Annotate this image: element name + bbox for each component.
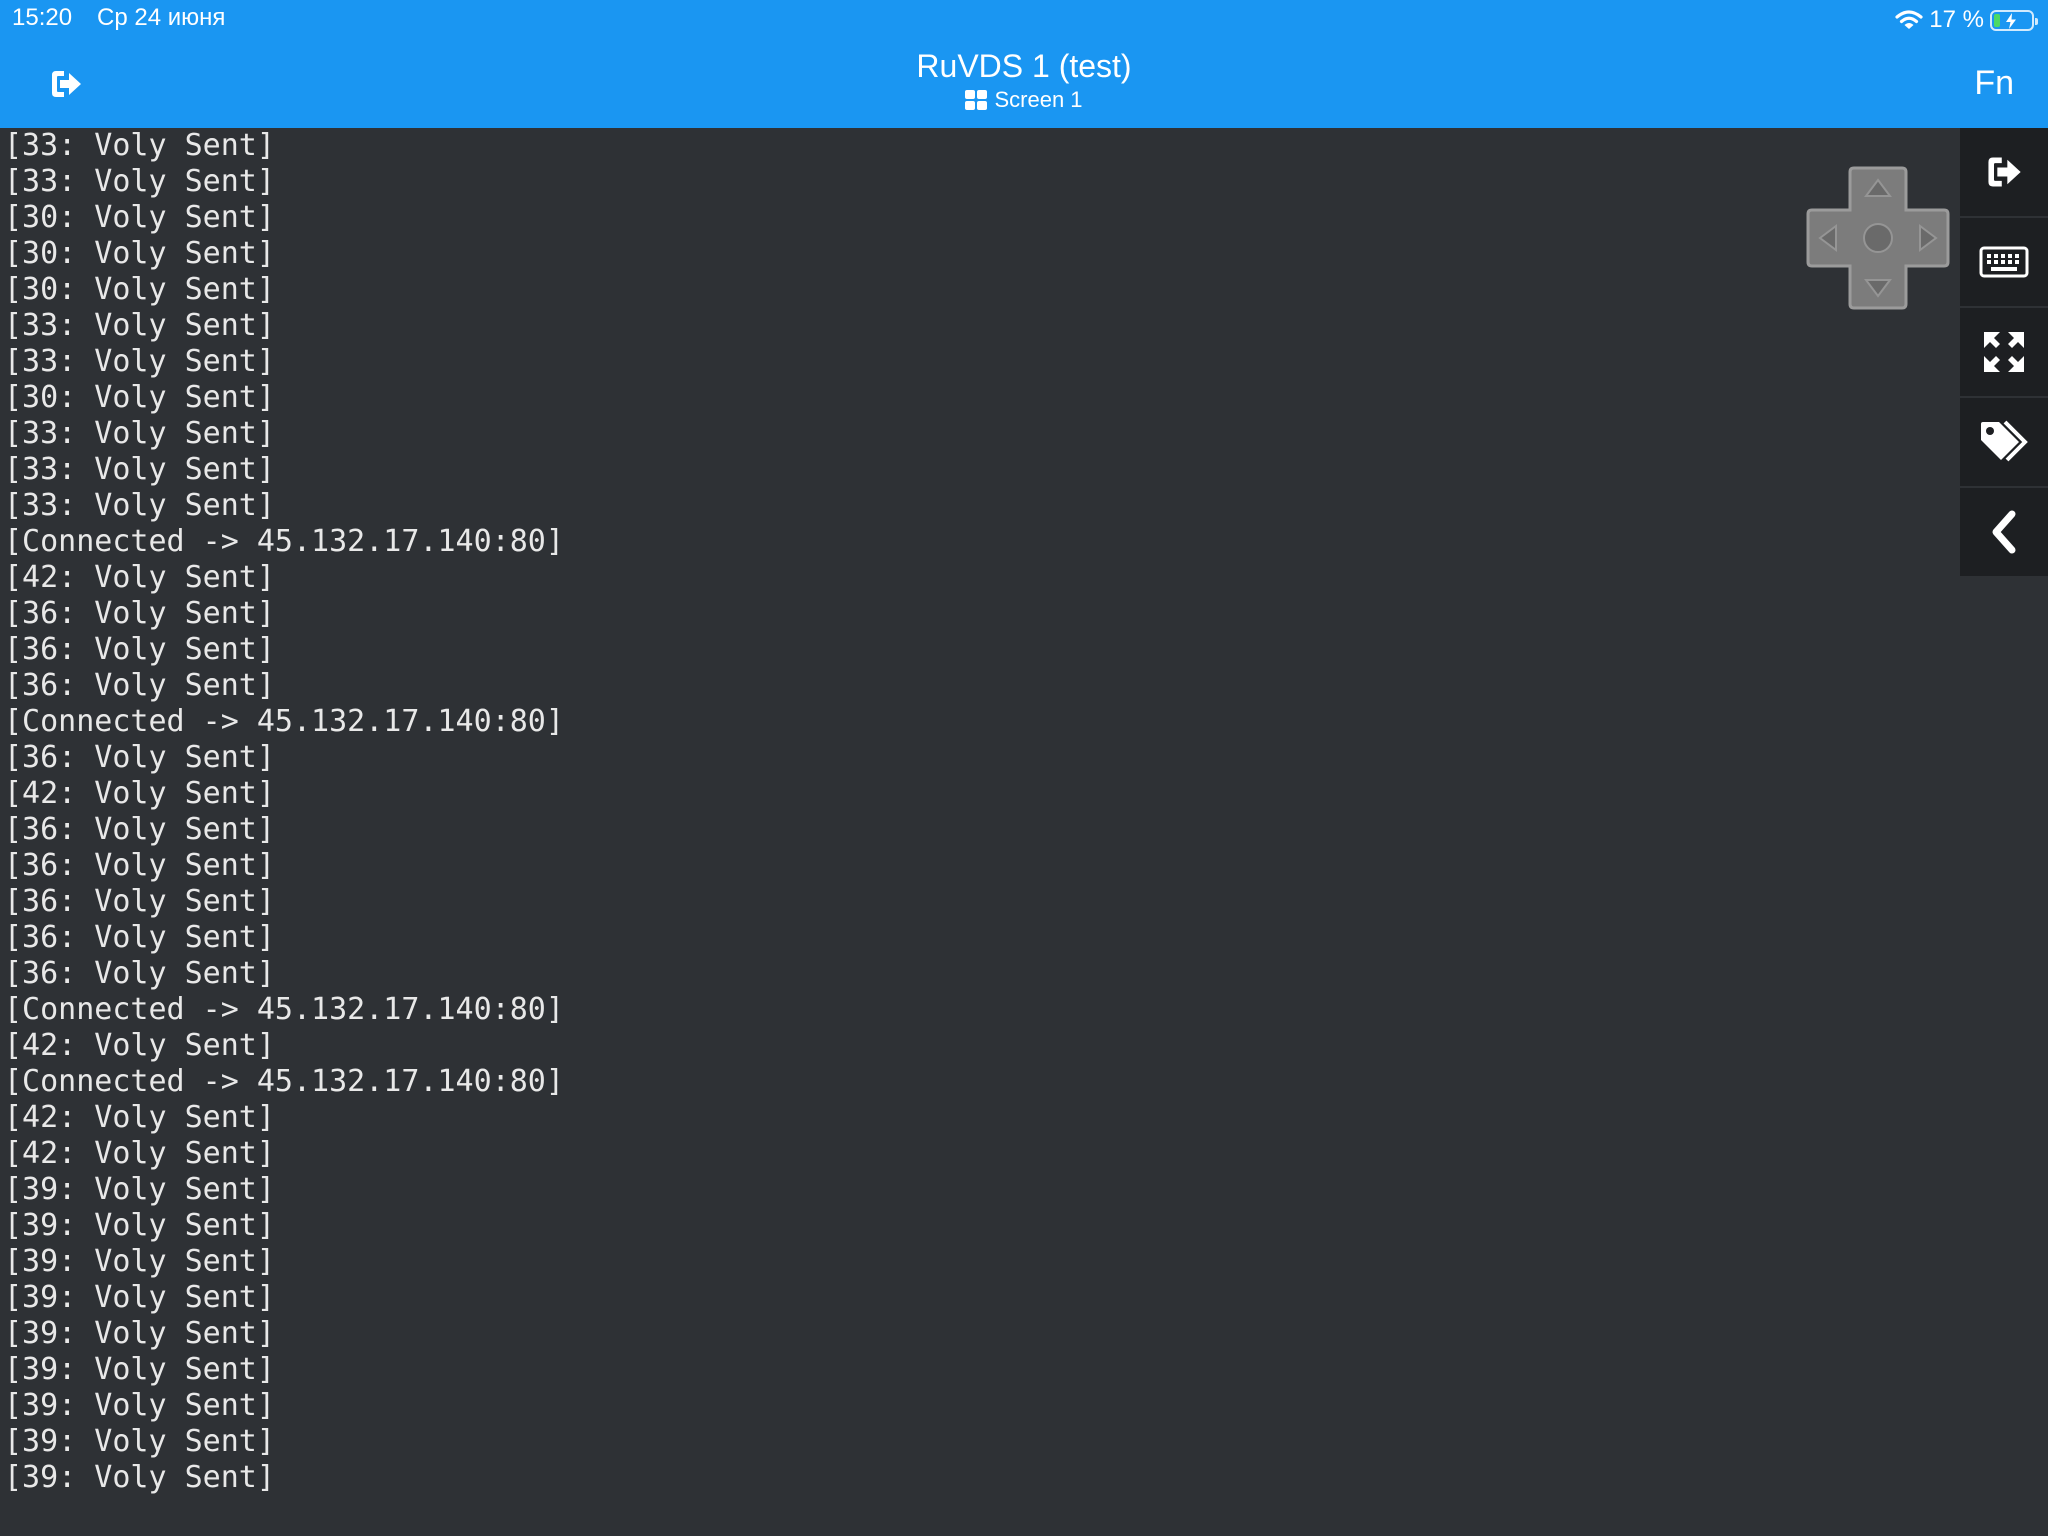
terminal-line: [42: Voly Sent]	[4, 1136, 275, 1171]
fn-button[interactable]: Fn	[1974, 64, 2014, 103]
terminal-line: [33: Voly Sent]	[4, 488, 275, 523]
terminal-line: [36: Voly Sent]	[4, 740, 275, 775]
screen-selector[interactable]: Screen 1	[0, 87, 2048, 113]
tags-icon	[1981, 420, 2028, 462]
battery-icon	[1990, 9, 2038, 31]
terminal-line: [36: Voly Sent]	[4, 848, 275, 883]
status-indicators: 17 %	[1895, 4, 2038, 36]
terminal-line: [Connected -> 45.132.17.140:80]	[4, 524, 564, 559]
terminal-line: [33: Voly Sent]	[4, 452, 275, 487]
terminal-line: [30: Voly Sent]	[4, 272, 275, 307]
terminal-line: [39: Voly Sent]	[4, 1424, 275, 1459]
disconnect-icon	[1988, 157, 2021, 187]
status-date: Ср 24 июня	[97, 4, 226, 31]
terminal-line: [Connected -> 45.132.17.140:80]	[4, 1064, 564, 1099]
terminal-line: [33: Voly Sent]	[4, 128, 275, 163]
terminal-line: [39: Voly Sent]	[4, 1172, 275, 1207]
terminal-line: [36: Voly Sent]	[4, 884, 275, 919]
fullscreen-button[interactable]	[1960, 308, 2048, 398]
terminal-line: [36: Voly Sent]	[4, 812, 275, 847]
terminal-line: [33: Voly Sent]	[4, 416, 275, 451]
collapse-button[interactable]	[1960, 488, 2048, 578]
terminal-line: [39: Voly Sent]	[4, 1280, 275, 1315]
terminal-line: [36: Voly Sent]	[4, 632, 275, 667]
terminal-output[interactable]: [33: Voly Sent] [33: Voly Sent] [30: Voly …	[4, 128, 1954, 1528]
terminal-line: [36: Voly Sent]	[4, 668, 275, 703]
dpad-control[interactable]	[1806, 166, 1950, 310]
terminal-line: [Connected -> 45.132.17.140:80]	[4, 992, 564, 1027]
terminal-line: [36: Voly Sent]	[4, 920, 275, 955]
top-bar: 15:20 Ср 24 июня 17 % RuVDS 1 (test) Scr…	[0, 0, 2048, 128]
terminal-line: [39: Voly Sent]	[4, 1388, 275, 1423]
screen-label: Screen 1	[994, 87, 1083, 112]
terminal-line: [39: Voly Sent]	[4, 1244, 275, 1279]
fullscreen-icon	[1984, 332, 2024, 372]
grid-icon	[965, 90, 988, 110]
terminal-line: [42: Voly Sent]	[4, 1100, 275, 1135]
terminal-line: [30: Voly Sent]	[4, 380, 275, 415]
disconnect-button[interactable]	[1960, 128, 2048, 218]
terminal-line: [42: Voly Sent]	[4, 776, 275, 811]
terminal-line: [30: Voly Sent]	[4, 200, 275, 235]
terminal-line: [33: Voly Sent]	[4, 164, 275, 199]
wifi-icon	[1895, 10, 1923, 29]
terminal-line: [33: Voly Sent]	[4, 344, 275, 379]
terminal-line: [36: Voly Sent]	[4, 956, 275, 991]
terminal-line: [39: Voly Sent]	[4, 1208, 275, 1243]
tags-button[interactable]	[1960, 398, 2048, 488]
terminal-line: [39: Voly Sent]	[4, 1460, 275, 1495]
battery-percent: 17 %	[1929, 6, 1984, 33]
terminal-line: [30: Voly Sent]	[4, 236, 275, 271]
terminal-line: [Connected -> 45.132.17.140:80]	[4, 704, 564, 739]
terminal-line: [33: Voly Sent]	[4, 308, 275, 343]
terminal-line: [42: Voly Sent]	[4, 1028, 275, 1063]
window-title: RuVDS 1 (test)	[916, 48, 1132, 84]
terminal-line: [39: Voly Sent]	[4, 1316, 275, 1351]
center-icon[interactable]	[1863, 223, 1893, 253]
terminal-line: [36: Voly Sent]	[4, 596, 275, 631]
terminal-line: [42: Voly Sent]	[4, 560, 275, 595]
terminal-line: [39: Voly Sent]	[4, 1352, 275, 1387]
collapse-icon	[1992, 510, 2016, 554]
status-time: 15:20	[12, 4, 73, 31]
keyboard-button[interactable]	[1960, 218, 2048, 308]
right-toolbar	[1960, 128, 2048, 578]
keyboard-icon	[1979, 246, 2029, 278]
